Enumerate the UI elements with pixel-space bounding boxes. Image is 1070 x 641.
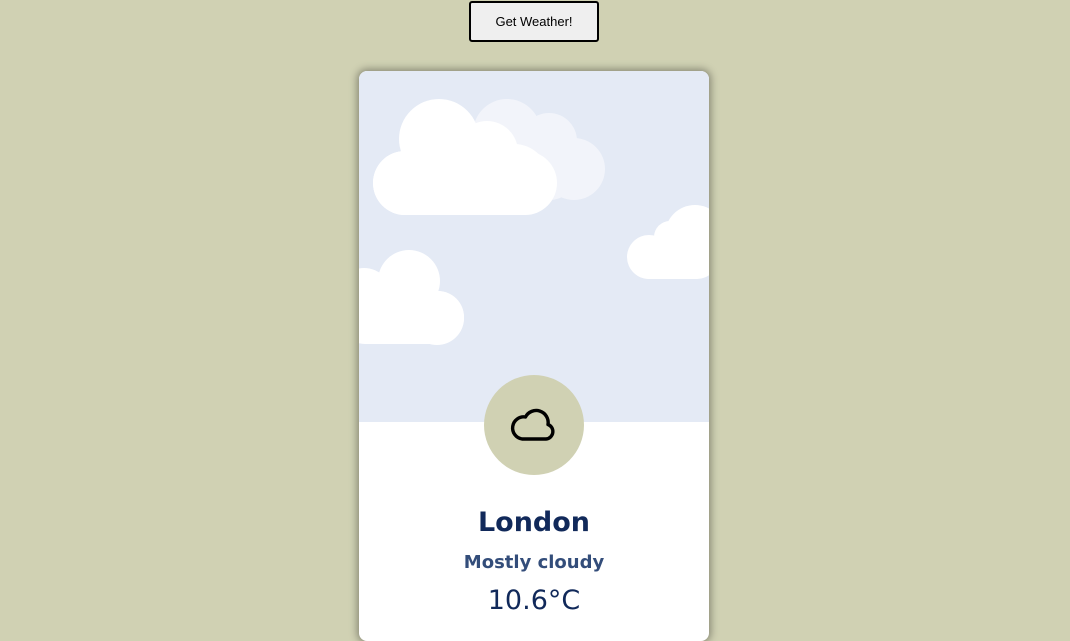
weather-icon-circle: [484, 375, 584, 475]
sky-illustration: [359, 71, 709, 422]
top-bar: Get Weather!: [0, 0, 1070, 44]
right-cloud: [627, 205, 709, 279]
weather-condition: Mostly cloudy: [463, 552, 605, 573]
weather-card: London Mostly cloudy 10.6°C: [359, 71, 709, 641]
cloud-icon: [510, 408, 555, 441]
get-weather-button[interactable]: Get Weather!: [469, 1, 599, 42]
temperature: 10.6°C: [487, 585, 581, 616]
city-name: London: [477, 507, 591, 538]
left-cloud: [359, 250, 464, 345]
clouds-illustration: [359, 99, 709, 345]
